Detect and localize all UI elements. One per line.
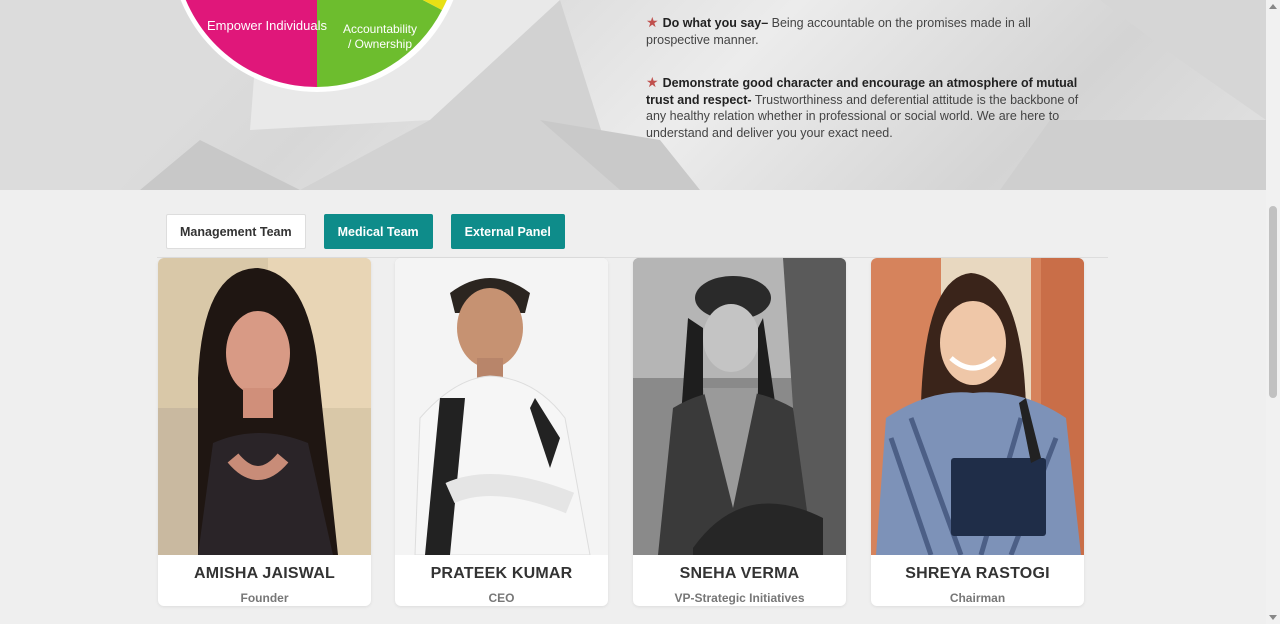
member-name: SNEHA VERMA bbox=[679, 565, 800, 582]
tab-medical-team[interactable]: Medical Team bbox=[323, 214, 433, 249]
star-icon: ★ bbox=[646, 74, 659, 91]
scroll-down-icon[interactable] bbox=[1269, 615, 1277, 620]
value-item: ★ Do what you say– Being accountable on t… bbox=[646, 14, 1096, 48]
team-card[interactable]: PRATEEK KUMAR CEO bbox=[395, 258, 608, 606]
values-wheel: Empower Individuals Accountability / Own… bbox=[180, 0, 454, 92]
team-card[interactable]: SNEHA VERMA VP-Strategic Initiatives bbox=[633, 258, 846, 606]
tab-external-panel[interactable]: External Panel bbox=[450, 214, 565, 249]
scroll-thumb[interactable] bbox=[1269, 206, 1277, 398]
value-title: Do what you say– bbox=[662, 16, 769, 30]
wheel-label-accountability-2: / Ownership bbox=[348, 37, 412, 51]
scroll-up-icon[interactable] bbox=[1269, 4, 1277, 9]
value-item: ★ Demonstrate good character and encourag… bbox=[646, 74, 1096, 141]
team-photo bbox=[871, 258, 1084, 555]
member-role: Chairman bbox=[949, 591, 1006, 605]
team-tabs: Management Team Medical Team External Pa… bbox=[166, 214, 583, 249]
member-role: VP-Strategic Initiatives bbox=[674, 591, 805, 605]
member-name: AMISHA JAISWAL bbox=[194, 565, 335, 582]
team-photo bbox=[395, 258, 608, 555]
page-scrollbar[interactable] bbox=[1266, 0, 1280, 624]
tab-management-team[interactable]: Management Team bbox=[166, 214, 306, 249]
star-icon: ★ bbox=[646, 14, 659, 30]
core-values-section: Empower Individuals Accountability / Own… bbox=[0, 0, 1266, 190]
member-name: SHREYA RASTOGI bbox=[905, 565, 1050, 582]
team-photo bbox=[633, 258, 846, 555]
member-name: PRATEEK KUMAR bbox=[430, 565, 573, 582]
team-photo bbox=[158, 258, 371, 555]
values-list: ★ Do what you say– Being accountable on t… bbox=[646, 14, 1096, 168]
member-role: CEO bbox=[488, 591, 515, 605]
member-role: Founder bbox=[240, 591, 289, 605]
wheel-label-empower: Empower Individuals bbox=[207, 18, 327, 33]
wheel-label-accountability-1: Accountability bbox=[343, 22, 417, 36]
team-card[interactable]: SHREYA RASTOGI Chairman bbox=[871, 258, 1084, 606]
team-section: Management Team Medical Team External Pa… bbox=[0, 190, 1266, 624]
team-card[interactable]: AMISHA JAISWAL Founder bbox=[158, 258, 371, 606]
